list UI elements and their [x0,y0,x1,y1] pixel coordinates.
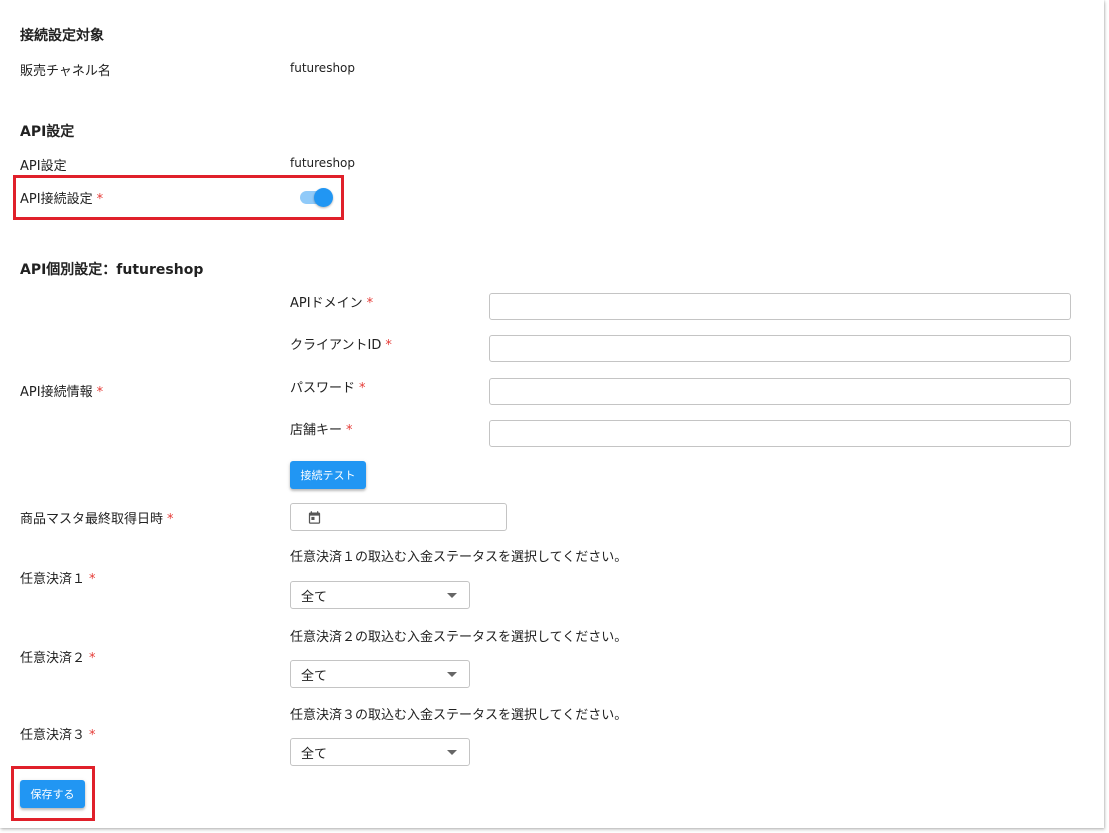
api-setting-value: futureshop [290,156,356,170]
channel-name-value: futureshop [290,61,356,75]
payment-1-hint: 任意決済１の取込む入金ステータスを選択してください。 [290,550,628,565]
section-title-api: API設定 [20,124,75,140]
payment-2-label-text: 任意決済２ [20,651,86,666]
last-fetch-label-text: 商品マスタ最終取得日時 [20,512,164,527]
payment-3-selected-value: 全て [301,746,328,762]
payment-1-label-text: 任意決済１ [20,572,86,587]
highlight-box-connection [13,175,344,220]
api-setting-label: API設定 [20,159,67,174]
section-title-target: 接続設定対象 [20,28,104,44]
required-mark: * [89,572,96,587]
chevron-down-icon [447,593,457,598]
payment-2-selected-value: 全て [301,668,328,684]
api-domain-input[interactable] [489,293,1071,320]
api-connection-info-label: API接続情報 * [20,381,103,400]
last-fetch-date-field[interactable] [290,503,507,531]
section-title-individual: API個別設定：futureshop [20,262,204,278]
chevron-down-icon [447,750,457,755]
required-mark: * [167,512,174,527]
api-connection-info-text: API接続情報 [20,385,93,400]
payment-3-label-text: 任意決済３ [20,728,86,743]
payment-3-hint: 任意決済３の取込む入金ステータスを選択してください。 [290,708,628,723]
payment-1-status-select[interactable]: 全て [290,581,470,609]
required-mark: * [89,651,96,666]
password-input[interactable] [489,378,1071,405]
payment-2-status-select[interactable]: 全て [290,660,470,688]
required-mark: * [89,728,96,743]
channel-name-label: 販売チャネル名 [20,64,111,79]
payment-3-status-select[interactable]: 全て [290,738,470,766]
password-label-text: パスワード [290,381,356,396]
required-mark: * [96,385,104,400]
client-id-input[interactable] [489,335,1071,362]
required-mark: * [385,338,392,353]
api-domain-label-text: APIドメイン [290,296,363,311]
payment-3-label: 任意決済３ * [20,724,96,743]
shop-key-label-text: 店舗キー [290,423,343,438]
payment-2-label: 任意決済２ * [20,647,96,666]
password-label: パスワード * [290,377,366,396]
api-domain-label: APIドメイン * [290,292,373,311]
required-mark: * [359,381,366,396]
client-id-label: クライアントID * [290,334,392,353]
shop-key-input[interactable] [489,420,1071,447]
highlight-box-save [11,766,95,821]
connection-test-button[interactable]: 接続テスト [290,461,366,489]
shop-key-label: 店舗キー * [290,419,353,438]
payment-1-selected-value: 全て [301,589,328,605]
payment-1-label: 任意決済１ * [20,568,96,587]
last-fetch-label: 商品マスタ最終取得日時 * [20,508,174,527]
calendar-icon[interactable] [307,510,322,525]
settings-panel: 接続設定対象 販売チャネル名 futureshop API設定 API設定 fu… [0,0,1104,828]
client-id-label-text: クライアントID [290,338,382,353]
chevron-down-icon [447,672,457,677]
payment-2-hint: 任意決済２の取込む入金ステータスを選択してください。 [290,630,628,645]
required-mark: * [346,423,353,438]
required-mark: * [366,296,374,311]
